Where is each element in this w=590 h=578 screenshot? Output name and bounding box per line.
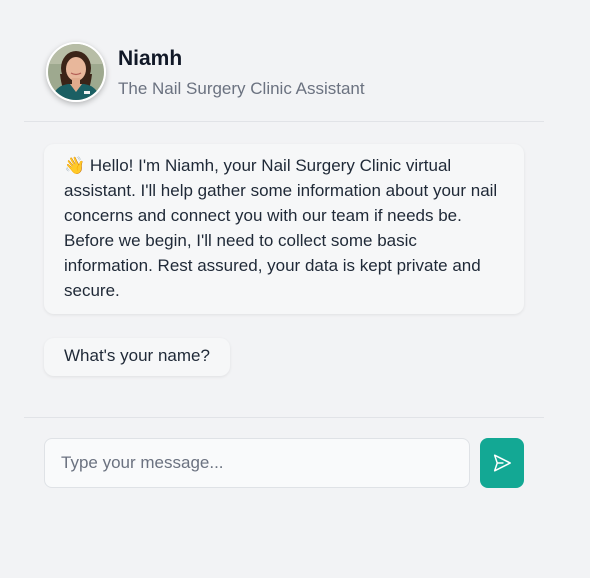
message-text: What's your name?	[64, 346, 210, 365]
waving-hand-icon: 👋	[64, 156, 86, 175]
message-input[interactable]	[44, 438, 470, 488]
assistant-subtitle: The Nail Surgery Clinic Assistant	[118, 79, 365, 98]
chat-window: Niamh The Nail Surgery Clinic Assistant …	[0, 0, 590, 578]
assistant-message: 👋 Hello! I'm Niamh, your Nail Surgery Cl…	[44, 144, 524, 314]
nurse-avatar-icon	[48, 44, 104, 100]
send-icon	[493, 454, 511, 472]
composer-divider	[24, 417, 544, 418]
message-list: 👋 Hello! I'm Niamh, your Nail Surgery Cl…	[44, 144, 524, 376]
message-composer	[44, 438, 524, 488]
avatar	[46, 42, 106, 102]
header-text: Niamh The Nail Surgery Clinic Assistant	[118, 46, 365, 100]
send-button[interactable]	[480, 438, 524, 488]
message-text: Hello! I'm Niamh, your Nail Surgery Clin…	[64, 156, 498, 300]
header-divider	[24, 121, 544, 122]
assistant-name: Niamh	[118, 47, 183, 70]
assistant-message: What's your name?	[44, 338, 230, 376]
chat-header: Niamh The Nail Surgery Clinic Assistant	[24, 40, 544, 121]
